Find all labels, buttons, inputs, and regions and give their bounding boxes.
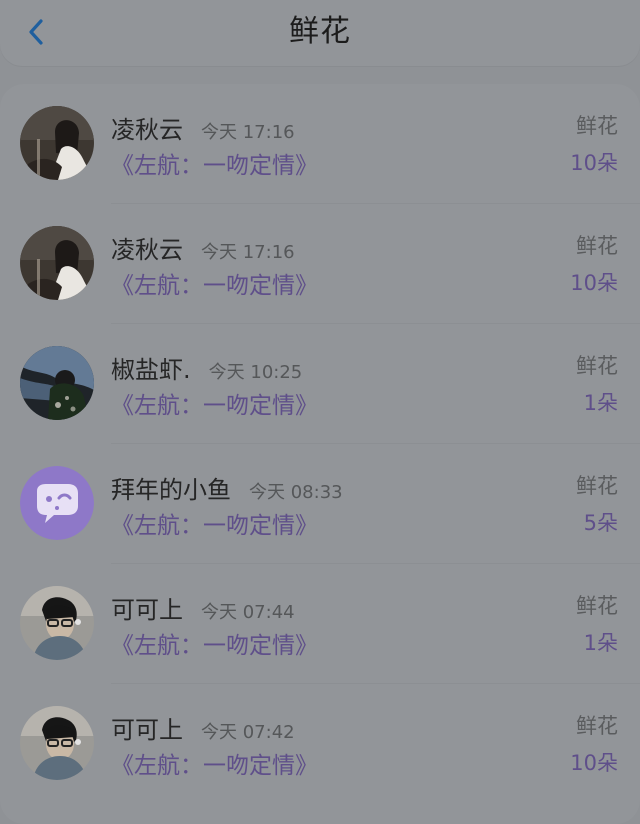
user-avatar[interactable] — [20, 706, 94, 780]
timestamp: 今天 10:25 — [208, 362, 303, 383]
user-avatar[interactable] — [20, 466, 94, 540]
book-title[interactable]: 《左航：一吻定情》 — [111, 146, 318, 180]
user-info: 可可上 今天 07:44 — [111, 590, 295, 625]
gift-type: 鲜花 — [576, 474, 618, 498]
gift-type: 鲜花 — [576, 714, 618, 738]
user-name[interactable]: 凌秋云 — [111, 236, 183, 264]
photo-avatar-boy-icon — [20, 706, 94, 780]
user-name[interactable]: 可可上 — [111, 596, 183, 624]
gift-record-row[interactable]: 椒盐虾. 今天 10:25 《左航：一吻定情》 鲜花 1朵 — [0, 324, 640, 444]
gift-count: 10朵 — [570, 151, 618, 175]
gift-record-list: 凌秋云 今天 17:16 《左航：一吻定情》 鲜花 10朵 凌秋云 今天 17:16… — [0, 84, 640, 824]
chat-bubble-avatar-icon — [20, 466, 94, 540]
user-info: 椒盐虾. 今天 10:25 — [111, 350, 302, 385]
gift-type: 鲜花 — [576, 354, 618, 378]
photo-avatar-girl-icon — [20, 226, 94, 300]
photo-avatar-night-icon — [20, 346, 94, 420]
user-name[interactable]: 可可上 — [111, 716, 183, 744]
timestamp: 今天 07:44 — [201, 602, 295, 623]
user-name[interactable]: 拜年的小鱼 — [111, 476, 231, 504]
gift-record-row[interactable]: 可可上 今天 07:44 《左航：一吻定情》 鲜花 1朵 — [0, 564, 640, 684]
book-title[interactable]: 《左航：一吻定情》 — [111, 746, 318, 780]
user-avatar[interactable] — [20, 346, 94, 420]
user-avatar[interactable] — [20, 226, 94, 300]
timestamp: 今天 07:42 — [201, 722, 295, 743]
gift-record-row[interactable]: 凌秋云 今天 17:16 《左航：一吻定情》 鲜花 10朵 — [0, 84, 640, 204]
gift-count: 1朵 — [583, 391, 618, 415]
timestamp: 今天 17:16 — [201, 122, 295, 143]
user-avatar[interactable] — [20, 586, 94, 660]
book-title[interactable]: 《左航：一吻定情》 — [111, 386, 318, 420]
gift-record-row[interactable]: 可可上 今天 07:42 《左航：一吻定情》 鲜花 10朵 — [0, 684, 640, 804]
gift-record-row[interactable]: 凌秋云 今天 17:16 《左航：一吻定情》 鲜花 10朵 — [0, 204, 640, 324]
gift-count: 5朵 — [583, 511, 618, 535]
gift-type: 鲜花 — [576, 234, 618, 258]
user-info: 拜年的小鱼 今天 08:33 — [111, 470, 343, 505]
user-info: 凌秋云 今天 17:16 — [111, 110, 295, 145]
book-title[interactable]: 《左航：一吻定情》 — [111, 266, 318, 300]
user-avatar[interactable] — [20, 106, 94, 180]
user-name[interactable]: 椒盐虾. — [111, 356, 191, 384]
book-title[interactable]: 《左航：一吻定情》 — [111, 506, 318, 540]
gift-type: 鲜花 — [576, 594, 618, 618]
timestamp: 今天 17:16 — [201, 242, 295, 263]
timestamp: 今天 08:33 — [249, 482, 343, 503]
gift-count: 1朵 — [583, 631, 618, 655]
photo-avatar-girl-icon — [20, 106, 94, 180]
book-title[interactable]: 《左航：一吻定情》 — [111, 626, 318, 660]
user-name[interactable]: 凌秋云 — [111, 116, 183, 144]
top-navigation-bar: 鲜花 — [0, 0, 640, 66]
page-title: 鲜花 — [289, 14, 351, 49]
gift-count: 10朵 — [570, 271, 618, 295]
user-info: 凌秋云 今天 17:16 — [111, 230, 295, 265]
gift-type: 鲜花 — [576, 114, 618, 138]
user-info: 可可上 今天 07:42 — [111, 710, 295, 745]
gift-count: 10朵 — [570, 751, 618, 775]
gift-record-row[interactable]: 拜年的小鱼 今天 08:33 《左航：一吻定情》 鲜花 5朵 — [0, 444, 640, 564]
photo-avatar-boy-icon — [20, 586, 94, 660]
